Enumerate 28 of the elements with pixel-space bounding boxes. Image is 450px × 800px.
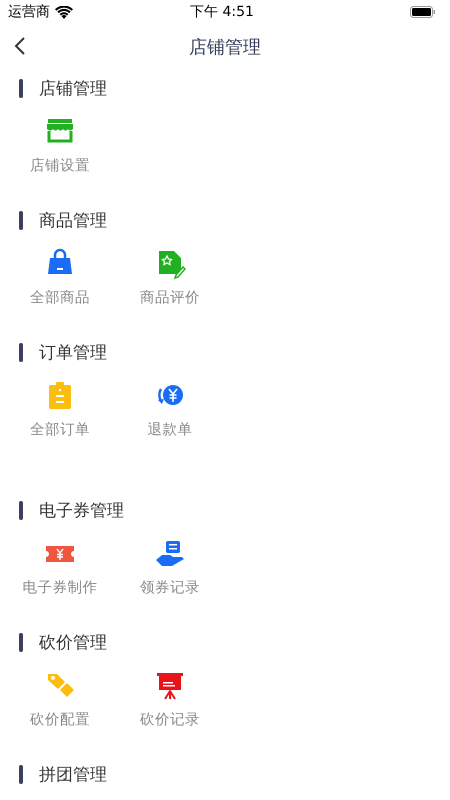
wifi-icon: [55, 6, 73, 18]
menu-item[interactable]: 电子券制作: [5, 532, 115, 612]
section-title: 拼团管理: [39, 764, 107, 786]
section-title: 商品管理: [39, 210, 107, 232]
easel-icon: [154, 670, 186, 702]
menu-item[interactable]: 领券记录: [115, 532, 225, 612]
menu-item[interactable]: 全部订单: [5, 374, 115, 454]
menu-item[interactable]: 砍价配置: [5, 664, 115, 744]
section-marker: [19, 78, 23, 98]
menu-item[interactable]: 全部商品: [5, 242, 115, 322]
page-title: 店铺管理: [189, 36, 261, 59]
menu-item[interactable]: 店铺设置: [5, 110, 115, 190]
section-title: 砍价管理: [39, 632, 107, 654]
carrier-name: 运营商: [8, 3, 50, 21]
section-marker: [19, 764, 23, 784]
section-title: 订单管理: [39, 342, 107, 364]
section-title: 店铺管理: [39, 78, 107, 100]
section-marker: [19, 342, 23, 362]
menu-item[interactable]: 退款单: [115, 374, 225, 454]
menu-item[interactable]: 砍价记录: [115, 664, 225, 744]
battery-icon: [410, 6, 436, 18]
section-marker: [19, 632, 23, 652]
section-title: 电子券管理: [39, 500, 124, 522]
status-time: 下午 4:51: [190, 3, 254, 21]
menu-item[interactable]: 商品评价: [115, 242, 225, 322]
back-button[interactable]: [14, 37, 26, 55]
section-marker: [19, 500, 23, 520]
section-marker: [19, 210, 23, 230]
